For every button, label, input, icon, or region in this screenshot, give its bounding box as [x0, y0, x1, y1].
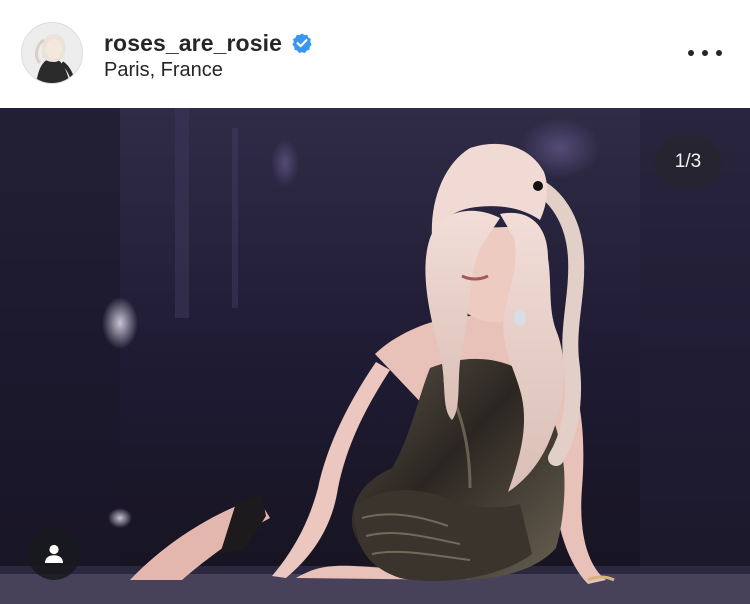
more-dot: [702, 50, 708, 56]
user-tag-icon[interactable]: [28, 528, 80, 580]
more-dot: [688, 50, 694, 56]
person-icon: [45, 544, 63, 563]
post-location[interactable]: Paris, France: [104, 59, 223, 82]
username[interactable]: roses_are_rosie: [104, 30, 282, 57]
carousel-counter: 1/3: [654, 136, 722, 188]
instagram-post: roses_are_rosie Paris, France 1/3: [0, 0, 750, 604]
post-photo[interactable]: [0, 108, 750, 604]
more-dot: [716, 50, 722, 56]
username-row: roses_are_rosie: [104, 28, 313, 58]
profile-avatar[interactable]: [21, 22, 83, 84]
verified-badge-icon: [291, 32, 313, 54]
concert-photo: [0, 108, 750, 604]
more-options-icon[interactable]: [688, 40, 722, 66]
avatar-image: [22, 23, 82, 83]
post-header: roses_are_rosie Paris, France: [0, 0, 750, 108]
